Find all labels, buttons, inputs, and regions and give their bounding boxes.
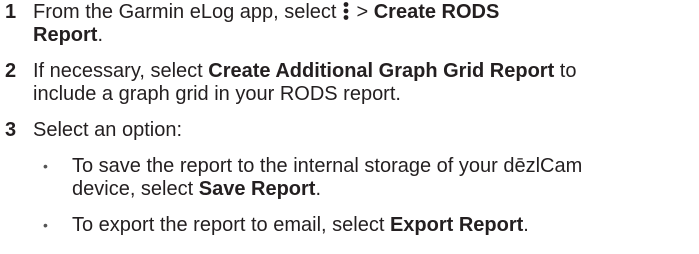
step-2-text-pre: If necessary, select: [33, 60, 209, 82]
bullet-1-text-post: .: [315, 178, 322, 200]
step-2-text-post: to: [554, 60, 577, 82]
bullet-2-bold-export-report: Export Report: [389, 214, 524, 236]
step-number: 3: [5, 119, 17, 141]
step-number: 2: [5, 60, 17, 82]
bullet-1-line-1: To save the report to the internal stora…: [72, 155, 583, 177]
step-3-line-1: Select an option:: [33, 119, 182, 141]
vertical-ellipsis-menu-icon: [344, 2, 349, 20]
bullet-text: To save the report to the internal stora…: [72, 155, 582, 201]
step-2-line-1: If necessary, select Create Additional G…: [33, 60, 576, 82]
step-1-bold-report: Report: [33, 24, 98, 46]
bullet-icon: •: [43, 217, 48, 233]
step-text: From the Garmin eLog app, select > Create…: [33, 1, 499, 47]
step-2-bold-graph-grid: Create Additional Graph Grid Report: [208, 60, 555, 82]
step-text: Select an option:: [33, 119, 182, 142]
step-1-text-mid: >: [356, 1, 374, 23]
bullet-text: To export the report to email, select Ex…: [72, 214, 529, 237]
instructions-document: 1 From the Garmin eLog app, select > Crea…: [0, 0, 699, 254]
bullet-icon: •: [43, 158, 48, 174]
step-text: If necessary, select Create Additional G…: [33, 60, 576, 106]
step-1-line-1: From the Garmin eLog app, select > Create…: [33, 1, 499, 23]
step-1-text-post: .: [97, 24, 104, 46]
step-1-bold-create-rods: Create RODS: [373, 1, 500, 23]
bullet-1-text-pre: device, select: [72, 178, 199, 200]
step-1-text-pre: From the Garmin eLog app, select: [33, 1, 337, 23]
step-number: 1: [5, 1, 17, 23]
step-2-line-2: include a graph grid in your RODS report…: [33, 83, 401, 105]
bullet-2-text-pre: To export the report to email, select: [72, 214, 390, 236]
bullet-2-text-post: .: [523, 214, 529, 236]
bullet-1-bold-save-report: Save Report: [198, 178, 316, 200]
step-1-line-2: Report.: [33, 24, 103, 46]
bullet-2-line-1: To export the report to email, select Ex…: [72, 214, 529, 236]
bullet-1-line-2: device, select Save Report.: [72, 178, 321, 200]
